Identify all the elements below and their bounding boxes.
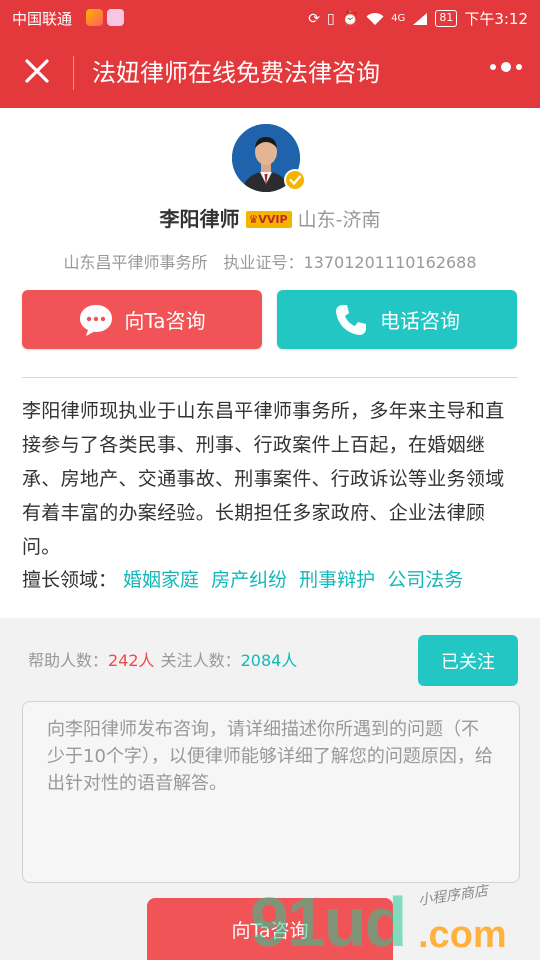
- phone-consult-button-label: 电话咨询: [380, 309, 460, 333]
- alarm-icon: ⏰: [341, 10, 360, 27]
- close-icon[interactable]: [20, 54, 54, 88]
- question-input[interactable]: [22, 701, 520, 883]
- lawyer-region: 山东-济南: [297, 209, 381, 231]
- expertise-tag-property[interactable]: 房产纠纷: [211, 569, 287, 591]
- phone-consult-button[interactable]: 电话咨询: [277, 290, 517, 349]
- license-label: 执业证号：: [223, 253, 304, 272]
- status-bar: 中国联通 ⟳ ▯ ⏰ 4G 81 下午3:12: [0, 0, 540, 36]
- helped-label: 帮助人数：: [28, 651, 109, 670]
- helped-count: 242人: [108, 651, 155, 670]
- expertise-tag-corporate[interactable]: 公司法务: [387, 569, 463, 591]
- license-number: 13701201110162688: [303, 253, 477, 272]
- followers-count: 2084人: [240, 651, 298, 670]
- expertise-label: 擅长领域：: [22, 569, 118, 591]
- expertise-row: 擅长领域： 婚姻家庭 房产纠纷 刑事辩护 公司法务: [22, 564, 463, 596]
- status-right: ⟳ ▯ ⏰ 4G 81 下午3:12: [308, 8, 528, 29]
- network-type: 4G: [391, 13, 406, 24]
- submit-consult-button[interactable]: 向Ta咨询: [147, 898, 393, 960]
- lawyer-name-row: 李阳律师 ♛VVIP 山东-济南: [0, 204, 540, 235]
- consult-button-label: 向Ta咨询: [124, 309, 206, 333]
- video-app-icon: [86, 9, 103, 26]
- lawyer-intro: 李阳律师现执业于山东昌平律师事务所，多年来主导和直接参与了各类民事、刑事、行政案…: [22, 400, 505, 558]
- lawyer-name: 李阳律师: [159, 207, 240, 231]
- vip-badge-label: VVIP: [258, 213, 288, 226]
- verified-badge-icon: [284, 169, 306, 191]
- signal-icon: [413, 12, 428, 25]
- carrier-name: 中国联通: [12, 10, 73, 28]
- office-row: 山东昌平律师事务所 执业证号：13701201110162688: [0, 250, 540, 276]
- vibrate-icon: ▯: [327, 10, 335, 27]
- expertise-tag-marriage[interactable]: 婚姻家庭: [123, 569, 199, 591]
- clock: 下午3:12: [464, 10, 528, 28]
- wifi-icon: [366, 12, 384, 25]
- consult-button[interactable]: 向Ta咨询: [22, 290, 262, 349]
- sync-icon: ⟳: [308, 10, 321, 27]
- status-app-icons: [86, 9, 124, 26]
- more-menu-icon[interactable]: [490, 62, 522, 72]
- follow-button[interactable]: 已关注: [418, 635, 518, 686]
- phone-icon: [336, 304, 366, 335]
- expertise-tag-criminal[interactable]: 刑事辩护: [299, 569, 375, 591]
- battery-level: 81: [435, 10, 458, 27]
- chat-bubble-icon: [80, 304, 113, 336]
- paw-app-icon: [107, 9, 124, 26]
- followers-label: 关注人数：: [160, 651, 241, 670]
- vip-badge: ♛VVIP: [245, 211, 292, 228]
- law-firm: 山东昌平律师事务所: [63, 253, 208, 272]
- stats-row: 帮助人数：242人 关注人数：2084人: [28, 648, 297, 674]
- nav-divider: [73, 56, 74, 90]
- page-title: 法妞律师在线免费法律咨询: [92, 59, 380, 87]
- section-divider: [22, 377, 518, 378]
- nav-bar: 法妞律师在线免费法律咨询: [0, 36, 540, 108]
- crown-icon: ♛: [248, 213, 259, 226]
